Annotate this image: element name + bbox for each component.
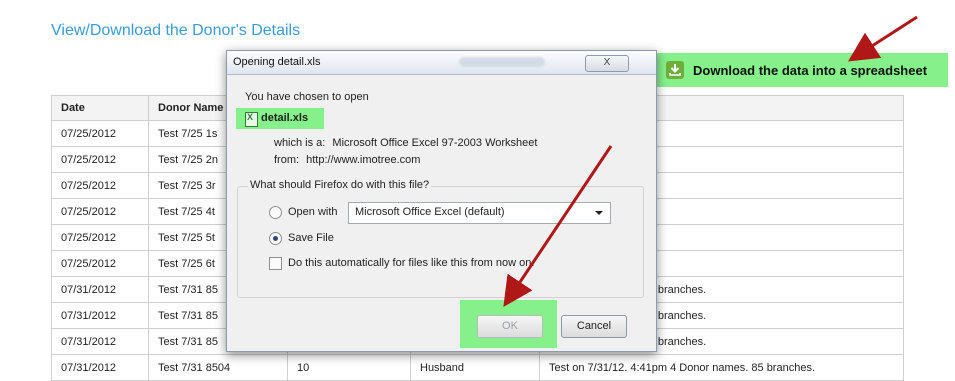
dialog-titlebar[interactable]: Opening detail.xls X: [227, 51, 656, 75]
download-label: Download the data into a spreadsheet: [693, 62, 928, 78]
file-type-row: which is a: Microsoft Office Excel 97-20…: [274, 137, 537, 149]
dropdown-arrow-icon: [595, 211, 603, 215]
column-header-date: Date: [51, 95, 149, 121]
arrow-to-download-button: [847, 15, 918, 62]
table-cell: 07/25/2012: [51, 146, 149, 173]
download-spreadsheet-button[interactable]: Download the data into a spreadsheet: [656, 53, 948, 87]
table-cell: 07/25/2012: [51, 120, 149, 147]
excel-file-icon: [245, 112, 258, 127]
save-file-label: Save File: [288, 232, 334, 244]
open-with-label: Open with: [288, 206, 338, 218]
ok-button[interactable]: OK: [477, 315, 543, 338]
file-source-value: http://www.imotree.com: [306, 154, 421, 166]
file-type-label: which is a:: [274, 137, 326, 149]
save-file-radio[interactable]: [269, 232, 282, 245]
table-cell: 07/31/2012: [51, 328, 149, 355]
blurred-background-text: [459, 57, 545, 67]
download-icon: [666, 61, 684, 79]
table-cell: 07/31/2012: [51, 302, 149, 329]
table-cell: 07/25/2012: [51, 224, 149, 251]
auto-action-checkbox[interactable]: [269, 257, 282, 270]
chosen-to-open-text: You have chosen to open: [245, 91, 369, 103]
file-source-row: from: http://www.imotree.com: [274, 154, 420, 166]
table-cell: 07/25/2012: [51, 172, 149, 199]
auto-action-label: Do this automatically for files like thi…: [288, 257, 535, 269]
file-type-value: Microsoft Office Excel 97-2003 Worksheet: [332, 137, 538, 149]
file-source-label: from:: [274, 154, 300, 166]
table-cell: 07/25/2012: [51, 250, 149, 277]
table-cell: 07/25/2012: [51, 198, 149, 225]
action-question: What should Firefox do with this file?: [248, 179, 432, 191]
close-button[interactable]: X: [585, 55, 629, 72]
cancel-button[interactable]: Cancel: [561, 315, 627, 338]
page-title: View/Download the Donor's Details: [51, 22, 301, 39]
open-with-select[interactable]: Microsoft Office Excel (default): [348, 202, 611, 224]
opening-file-dialog: Opening detail.xls X You have chosen to …: [226, 50, 657, 352]
file-name: detail.xls: [261, 112, 309, 124]
table-cell: 07/31/2012: [51, 276, 149, 303]
open-with-radio[interactable]: [269, 206, 282, 219]
open-with-selected-value: Microsoft Office Excel (default): [355, 206, 505, 218]
dialog-title: Opening detail.xls: [233, 56, 321, 68]
